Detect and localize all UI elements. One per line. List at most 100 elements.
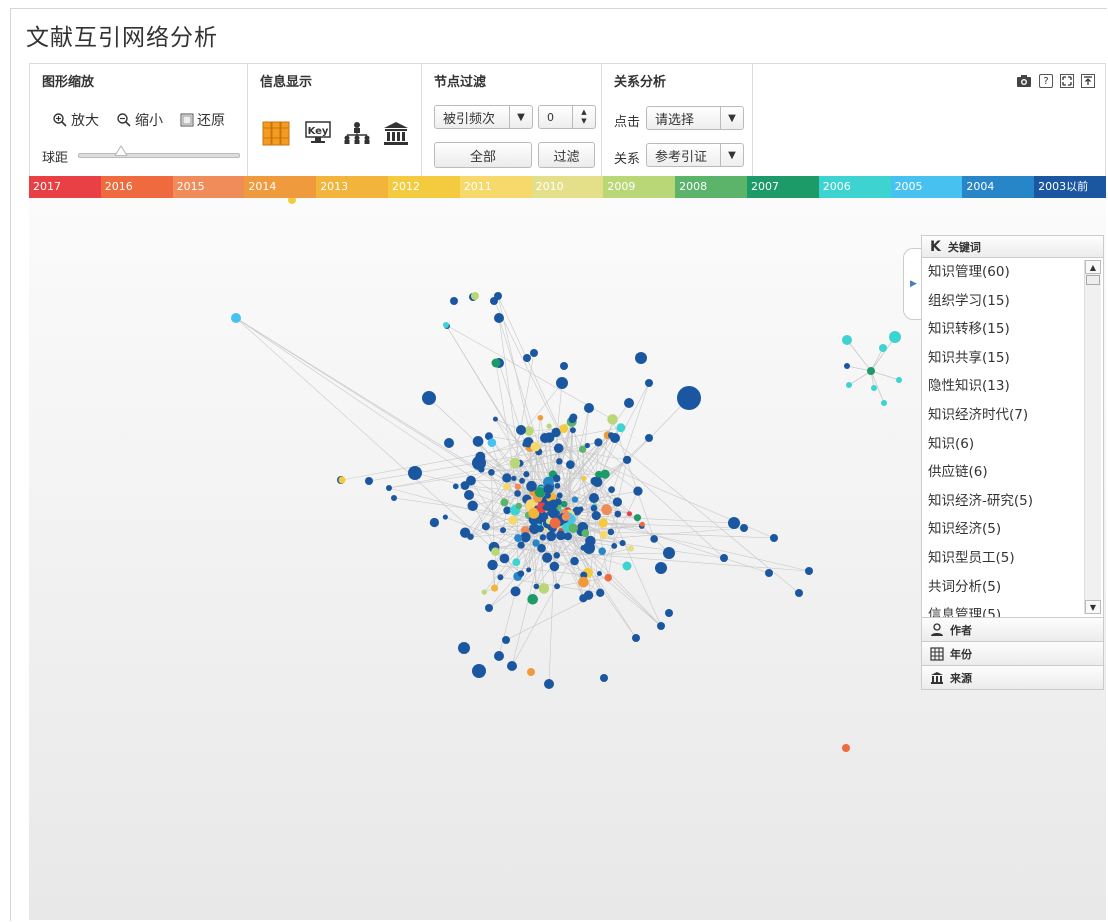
source-tab[interactable]: 来源 <box>921 666 1104 690</box>
network-node[interactable] <box>481 589 487 595</box>
timeline-year-11[interactable]: 2006 <box>818 176 891 198</box>
network-node[interactable] <box>522 441 528 447</box>
network-node[interactable] <box>740 524 748 532</box>
network-node[interactable] <box>639 521 645 527</box>
network-node[interactable] <box>650 535 658 543</box>
network-node[interactable] <box>607 528 615 536</box>
network-node[interactable] <box>544 679 554 689</box>
network-node[interactable] <box>502 636 510 644</box>
timeline-year-1[interactable]: 2016 <box>100 176 173 198</box>
network-node[interactable] <box>481 522 490 531</box>
network-node[interactable] <box>601 504 612 516</box>
network-node[interactable] <box>556 492 563 499</box>
network-node[interactable] <box>526 567 532 573</box>
author-tab[interactable]: 作者 <box>921 618 1104 642</box>
network-node[interactable] <box>537 518 543 524</box>
network-node[interactable] <box>552 474 561 483</box>
keyword-item[interactable]: 知识(6) <box>922 430 1103 459</box>
network-node[interactable] <box>583 590 594 600</box>
timeline-year-12[interactable]: 2005 <box>890 176 963 198</box>
network-node[interactable] <box>610 433 620 443</box>
network-node[interactable] <box>365 477 373 485</box>
network-node[interactable] <box>553 443 564 454</box>
network-node[interactable] <box>720 554 728 562</box>
network-node[interactable] <box>554 583 561 590</box>
network-node[interactable] <box>581 529 590 538</box>
network-node[interactable] <box>546 531 557 542</box>
timeline-year-0[interactable]: 2017 <box>29 176 101 198</box>
network-node[interactable] <box>805 567 813 575</box>
timeline-year-2[interactable]: 2015 <box>172 176 245 198</box>
timeline-year-6[interactable]: 2011 <box>459 176 532 198</box>
network-node[interactable] <box>460 481 470 490</box>
network-node[interactable] <box>507 661 517 671</box>
timeline-year-8[interactable]: 2009 <box>603 176 676 198</box>
network-node[interactable] <box>491 358 501 368</box>
network-node[interactable] <box>590 504 598 512</box>
keyword-item[interactable]: 知识转移(15) <box>922 315 1103 344</box>
scroll-thumb[interactable] <box>1086 275 1100 285</box>
network-node[interactable] <box>554 482 561 489</box>
network-node[interactable] <box>523 354 531 362</box>
camera-icon[interactable] <box>1016 74 1032 88</box>
fullscreen-icon[interactable] <box>1060 74 1074 88</box>
distance-slider-track[interactable] <box>78 153 240 158</box>
network-node[interactable] <box>570 556 579 566</box>
network-node[interactable] <box>429 517 440 528</box>
network-node[interactable] <box>443 322 449 328</box>
network-node[interactable] <box>450 297 458 305</box>
network-node[interactable] <box>867 367 875 375</box>
network-node[interactable] <box>559 424 569 434</box>
network-node[interactable] <box>452 483 459 490</box>
network-node[interactable] <box>546 423 552 429</box>
network-node[interactable] <box>571 496 579 503</box>
sort-select[interactable]: 被引频次 ▼ <box>434 105 533 129</box>
network-node[interactable] <box>889 331 901 343</box>
network-node[interactable] <box>487 438 497 447</box>
network-node[interactable] <box>879 344 887 352</box>
network-node[interactable] <box>490 297 498 305</box>
zoom-in-button[interactable]: 放大 <box>52 110 99 130</box>
network-node[interactable] <box>494 651 504 661</box>
keyword-item[interactable]: 知识经济(5) <box>922 515 1103 544</box>
network-node[interactable] <box>614 510 622 518</box>
network-node[interactable] <box>527 594 538 605</box>
network-node[interactable] <box>665 609 673 617</box>
timeline-year-7[interactable]: 2010 <box>531 176 604 198</box>
network-node[interactable] <box>519 477 525 484</box>
network-node[interactable] <box>544 501 555 512</box>
keyword-scrollbar[interactable]: ▲ ▼ <box>1084 260 1101 614</box>
network-node[interactable] <box>600 674 608 682</box>
network-node[interactable] <box>896 377 902 383</box>
network-node[interactable] <box>612 497 623 507</box>
network-node[interactable] <box>551 427 561 438</box>
network-node[interactable] <box>607 414 618 425</box>
network-node[interactable] <box>537 525 544 533</box>
network-node[interactable] <box>635 352 647 364</box>
network-node[interactable] <box>632 634 640 642</box>
network-node[interactable] <box>622 455 632 464</box>
network-node[interactable] <box>578 445 587 453</box>
network-node[interactable] <box>622 561 632 571</box>
year-tab[interactable]: 年份 <box>921 642 1104 666</box>
network-node[interactable] <box>608 486 615 494</box>
network-node[interactable] <box>556 377 568 389</box>
network-node[interactable] <box>458 642 470 654</box>
network-node[interactable] <box>530 441 541 452</box>
network-node[interactable] <box>626 511 633 517</box>
network-node[interactable] <box>728 517 740 529</box>
network-node[interactable] <box>581 475 587 482</box>
network-node[interactable] <box>523 471 530 478</box>
network-node[interactable] <box>561 512 571 522</box>
network-node[interactable] <box>539 534 547 541</box>
network-node[interactable] <box>525 499 536 510</box>
network-node[interactable] <box>583 542 595 554</box>
timeline-year-10[interactable]: 2007 <box>746 176 819 198</box>
network-node[interactable] <box>565 460 575 469</box>
network-node[interactable] <box>569 427 576 434</box>
network-node[interactable] <box>795 589 803 597</box>
network-node[interactable] <box>500 527 507 534</box>
network-node[interactable] <box>500 498 509 507</box>
keyword-item[interactable]: 共词分析(5) <box>922 573 1103 602</box>
network-node[interactable] <box>645 434 653 442</box>
